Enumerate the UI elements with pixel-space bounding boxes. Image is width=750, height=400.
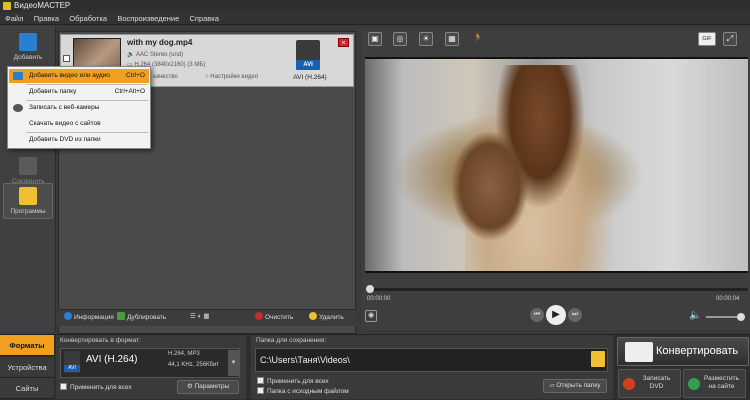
add-video-icon: [19, 33, 37, 51]
menu-edit[interactable]: Правка: [31, 12, 62, 25]
app-logo-icon: [3, 2, 11, 10]
format-dropdown-chevron-down-icon[interactable]: ▼: [228, 350, 239, 376]
open-folder-button[interactable]: ▱ Открыть папку: [543, 379, 607, 393]
avi-badge: AVI: [296, 60, 320, 70]
enhance-icon[interactable]: ▦: [445, 32, 459, 46]
seek-handle[interactable]: [366, 285, 374, 293]
video-dog: [452, 132, 528, 240]
add-button[interactable]: Добавить: [3, 30, 53, 66]
info-button[interactable]: Информация: [64, 312, 114, 323]
app-title: ВидеоМАСТЕР: [14, 1, 71, 10]
play-icon[interactable]: ▶: [546, 305, 566, 325]
dropdown-add-folder[interactable]: Добавить папку Ctrl+Alt+O: [9, 85, 149, 99]
browse-folder-icon[interactable]: [591, 351, 605, 367]
file-format-label: AVI (H.264): [293, 74, 327, 81]
programs-button[interactable]: Программы: [3, 183, 53, 219]
title-bar: ВидеоМАСТЕР: [0, 0, 750, 12]
dropdown-webcam[interactable]: Записать с веб-камеры: [9, 101, 149, 115]
menu-process[interactable]: Обработка: [66, 12, 110, 25]
file-audio-info: 🔈 AAC Stereo (und): [127, 52, 184, 58]
add-video-icon: [13, 72, 23, 80]
delete-icon: [309, 312, 317, 320]
gif-button[interactable]: GIF: [698, 32, 716, 46]
dropdown-download[interactable]: Скачать видео с сайтов: [9, 117, 149, 131]
avi-badge: AVI: [64, 365, 80, 372]
next-icon[interactable]: ⏭: [568, 308, 582, 322]
join-icon: [19, 157, 37, 175]
info-icon: [64, 312, 72, 320]
time-total: 00:00:04: [716, 296, 740, 302]
tab-formats[interactable]: Форматы: [0, 335, 54, 356]
add-dropdown-menu: Добавить видео или аудио Ctrl+O Добавить …: [7, 66, 151, 149]
with-source-checkbox: [257, 387, 264, 394]
dropdown-add-dvd[interactable]: Добавить DVD из папки: [9, 133, 149, 147]
volume-icon[interactable]: 🔈: [689, 310, 701, 321]
file-settings-link[interactable]: ○ Настройки видео: [205, 74, 258, 80]
volume-handle[interactable]: [737, 313, 745, 321]
menu-playback[interactable]: Воспроизведение: [114, 12, 182, 25]
prev-icon[interactable]: ⏮: [530, 308, 544, 322]
effects-icon[interactable]: ◎: [393, 32, 407, 46]
dropdown-add-video[interactable]: Добавить видео или аудио Ctrl+O: [9, 69, 149, 83]
snapshot-icon[interactable]: ◉: [365, 310, 377, 322]
save-apply-all[interactable]: Применить для всех: [257, 377, 329, 385]
clear-icon: [255, 312, 263, 320]
webcam-icon: [13, 104, 23, 112]
format-specs-audio: 44,1 KHz, 256Кбит: [168, 362, 220, 368]
save-path-input[interactable]: C:\Users\Таня\Videos\: [255, 348, 608, 372]
format-apply-all[interactable]: Применить для всех: [60, 383, 132, 391]
delete-button[interactable]: Удалить: [309, 312, 344, 323]
file-name: with my dog.mp4: [127, 38, 193, 47]
menu-help[interactable]: Справка: [186, 12, 221, 25]
save-apply-all-checkbox: [257, 377, 264, 384]
file-checkbox[interactable]: [63, 55, 70, 62]
save-with-source[interactable]: Папка с исходным файлом: [257, 387, 349, 395]
menu-file[interactable]: Файл: [2, 12, 26, 25]
apply-all-checkbox: [60, 383, 67, 390]
params-button[interactable]: ⚙ Параметры: [177, 380, 239, 394]
crop-icon[interactable]: ▣: [368, 32, 382, 46]
tab-devices[interactable]: Устройства: [0, 357, 54, 378]
save-header: Папка для сохранения:: [256, 337, 327, 344]
convert-film-icon: [625, 342, 653, 362]
menu-bar: Файл Правка Обработка Воспроизведение Сп…: [0, 12, 750, 25]
speed-icon[interactable]: 🏃: [471, 32, 485, 46]
brightness-icon[interactable]: ☀: [419, 32, 433, 46]
remove-file-close-icon[interactable]: ×: [338, 38, 349, 47]
duplicate-button[interactable]: Дублировать: [117, 312, 166, 323]
tab-sites[interactable]: Сайты: [0, 378, 54, 399]
globe-icon: [688, 378, 700, 390]
dvd-icon: [623, 378, 635, 390]
seek-bar[interactable]: [366, 288, 748, 291]
publish-site-button[interactable]: Разместить на сайте: [683, 369, 746, 398]
fullscreen-icon[interactable]: ⤢: [723, 32, 737, 46]
format-name: AVI (H.264): [86, 354, 138, 365]
time-current: 00:00:00: [367, 296, 391, 302]
format-specs-codecs: H.264, MP3: [168, 351, 200, 357]
duplicate-icon: [117, 312, 125, 320]
view-toggle[interactable]: ☰ ◐ ▦: [190, 312, 210, 322]
format-header: Конвертировать в формат:: [60, 337, 141, 344]
burn-dvd-button[interactable]: Записать DVD: [618, 369, 681, 398]
programs-icon: [19, 187, 37, 205]
clear-button[interactable]: Очистить: [255, 312, 293, 323]
